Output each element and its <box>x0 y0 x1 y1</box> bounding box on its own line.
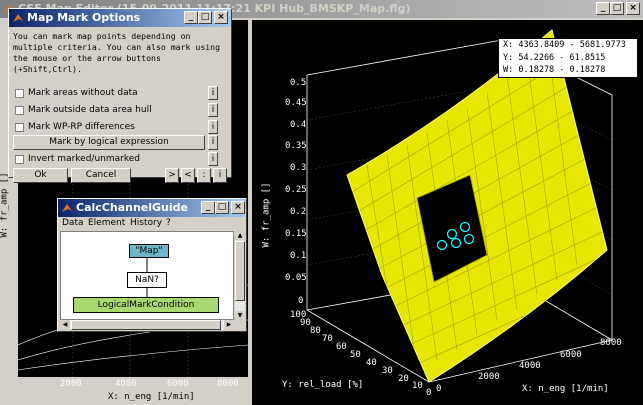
matlab-icon <box>62 204 72 212</box>
calc-guide-vscrollbar[interactable]: ▲ ▼ <box>235 231 245 320</box>
hscroll-left-arrow[interactable]: ◀ <box>60 320 70 330</box>
right-ztick: 0.05 <box>285 273 307 283</box>
arrow-right-button[interactable]: > <box>165 168 179 183</box>
right-xtick: 4000 <box>519 361 541 371</box>
calc-guide-close-button[interactable]: × <box>231 201 245 214</box>
logical-info-button[interactable]: i <box>208 135 218 150</box>
menu-history[interactable]: History <box>130 217 162 229</box>
node-logical-mark-condition[interactable]: LogicalMarkCondition <box>73 297 219 313</box>
option-info-button[interactable]: i <box>208 86 218 100</box>
calc-guide-canvas: "Map" NaN? LogicalMarkCondition <box>60 231 234 320</box>
mark-by-logical-expression-button[interactable]: Mark by logical expression <box>13 135 205 150</box>
scroll-up-arrow[interactable]: ▲ <box>235 231 245 240</box>
left-plot-ylabel: W: fr_amp [] <box>0 172 10 238</box>
right-ytick: 20 <box>398 374 409 384</box>
left-xtick: 8000 <box>217 379 239 389</box>
cancel-button[interactable]: Cancel <box>71 168 131 183</box>
right-plot-zlabel: W: fr_amp [] <box>261 182 272 248</box>
right-ztick: 0.5 <box>290 78 307 88</box>
invert-marked-checkbox[interactable] <box>15 155 24 164</box>
calc-channel-guide-window: CalcChannelGuide _ □ × Data Element Hist… <box>57 198 247 332</box>
map-mark-title: Map Mark Options <box>27 11 141 24</box>
calc-guide-minimize-button[interactable]: _ <box>201 201 215 214</box>
scroll-thumb[interactable] <box>235 241 245 301</box>
option-checkbox-outside-hull[interactable] <box>15 106 24 115</box>
right-ytick: 70 <box>322 334 333 344</box>
option-label: Mark WP-RP differences <box>28 122 135 132</box>
right-ytick: 0 <box>426 388 432 398</box>
coordinate-readout: X: 4363.8409 - 5681.9773 Y: 54.2266 - 61… <box>498 38 638 78</box>
right-ytick: 60 <box>336 342 347 352</box>
option-info-button[interactable]: i <box>208 120 218 134</box>
right-ytick: 40 <box>366 358 377 368</box>
right-ytick: 10 <box>412 381 423 391</box>
scroll-down-arrow[interactable]: ▼ <box>235 311 245 320</box>
map-mark-minimize-button[interactable]: _ <box>184 11 198 24</box>
right-plot-xlabel: X: n_eng [1/min] <box>522 384 609 394</box>
hscroll-right-arrow[interactable]: ▶ <box>224 320 234 330</box>
calc-guide-title: CalcChannelGuide <box>76 201 188 214</box>
surface-fill <box>346 29 608 383</box>
right-ztick: 0.4 <box>290 120 307 130</box>
option-checkbox-areas-without-data[interactable] <box>15 89 24 98</box>
right-xtick: 0 <box>436 384 442 394</box>
right-ytick: 30 <box>382 366 393 376</box>
right-ztick: 0.45 <box>285 98 307 108</box>
right-ztick: 0 <box>298 296 304 306</box>
readout-w: W: 0.18278 - 0.18278 <box>503 65 606 75</box>
arrow-left-button[interactable]: < <box>181 168 195 183</box>
right-xtick: 8000 <box>600 338 622 348</box>
right-ztick: 0.2 <box>290 207 307 217</box>
option-label: Mark outside data area hull <box>28 105 152 115</box>
right-xtick: 2000 <box>478 372 500 382</box>
right-ytick: 50 <box>350 350 361 360</box>
right-ztick: 0.3 <box>290 163 307 173</box>
right-ztick: 0.15 <box>285 229 307 239</box>
option-label: Mark areas without data <box>28 88 138 98</box>
menu-data[interactable]: Data <box>62 217 84 229</box>
menu-element[interactable]: Element <box>88 217 125 229</box>
main-minimize-button[interactable]: _ <box>596 2 610 15</box>
right-xtick: 6000 <box>560 350 582 360</box>
right-ytick: 80 <box>310 326 321 336</box>
menu-help[interactable]: ? <box>166 217 171 229</box>
calc-guide-maximize-button[interactable]: □ <box>215 201 229 214</box>
left-xtick: 2000 <box>60 379 82 389</box>
readout-x: X: 4363.8409 - 5681.9773 <box>503 40 626 50</box>
calc-guide-menubar: Data Element History ? <box>58 217 246 229</box>
left-plot-xlabel: X: n_eng [1/min] <box>108 392 195 402</box>
invert-info-button[interactable]: i <box>208 152 218 166</box>
hscroll-thumb[interactable] <box>71 320 221 330</box>
matlab-icon <box>13 14 23 22</box>
map-mark-options-dialog: Map Mark Options _ □ × You can mark map … <box>8 8 232 183</box>
node-map[interactable]: "Map" <box>129 244 169 258</box>
option-info-button[interactable]: i <box>208 103 218 117</box>
arrow-dots-button[interactable]: : <box>197 168 211 183</box>
calc-guide-hscrollbar[interactable]: ◀ ▶ <box>60 320 234 330</box>
right-ztick: 0.35 <box>285 141 307 151</box>
node-nan[interactable]: NaN? <box>127 272 167 288</box>
arrow-info-button[interactable]: i <box>213 168 227 183</box>
ok-button[interactable]: Ok <box>13 168 68 183</box>
right-ztick: 0.1 <box>290 251 307 261</box>
main-close-button[interactable]: × <box>626 2 640 15</box>
left-xtick: 6000 <box>167 379 189 389</box>
right-ztick: 0.25 <box>285 185 307 195</box>
option-checkbox-wp-rp-differences[interactable] <box>15 123 24 132</box>
readout-y: Y: 54.2266 - 61.8515 <box>503 52 606 63</box>
left-xtick: 4000 <box>115 379 137 389</box>
main-maximize-button[interactable]: □ <box>610 2 624 15</box>
map-mark-description: You can mark map points depending on mul… <box>13 31 221 74</box>
map-mark-maximize-button[interactable]: □ <box>198 11 212 24</box>
right-plot-ylabel: Y: rel_load [%] <box>282 380 364 390</box>
invert-marked-label: Invert marked/unmarked <box>28 154 140 164</box>
map-mark-close-button[interactable]: × <box>214 11 228 24</box>
